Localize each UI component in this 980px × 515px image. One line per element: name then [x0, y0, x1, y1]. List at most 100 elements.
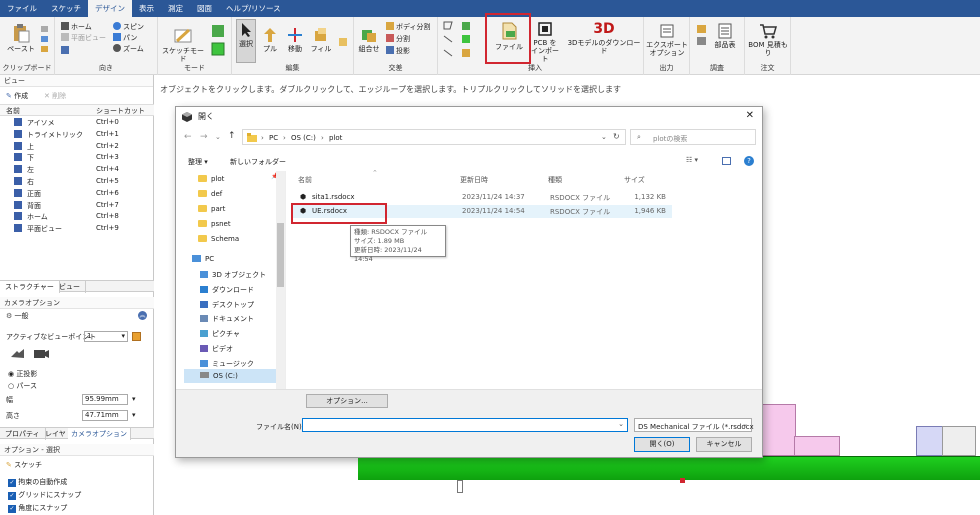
view-item[interactable]: 左 Ctrl+4 [6, 165, 119, 175]
tab-view[interactable]: ビュー [54, 281, 86, 293]
view-item[interactable]: ホーム Ctrl+8 [6, 212, 119, 222]
viewpoint-color-icon[interactable] [132, 332, 141, 341]
create-view-button[interactable]: ✎ 作成 [6, 91, 28, 101]
view-item[interactable]: 背面 Ctrl+7 [6, 200, 119, 211]
breadcrumb-plot[interactable]: plot [329, 134, 342, 142]
home-button[interactable]: ホーム [61, 22, 92, 33]
tree-folder[interactable]: Schema [198, 235, 239, 243]
tree-item-os-c[interactable]: OS (C:) [200, 372, 238, 380]
move-button[interactable]: 移動 [284, 27, 306, 53]
address-bar[interactable]: › PC › OS (C:) › plot ⌄ ↻ [242, 129, 626, 145]
tree-item[interactable]: ビデオ [200, 344, 233, 354]
view-item[interactable]: 平面ビュー Ctrl+9 [6, 224, 119, 234]
split-body-button[interactable]: ボディ分割 [386, 22, 431, 33]
select-button[interactable]: 選択 [236, 19, 256, 63]
tab-properties[interactable]: プロパティ [0, 428, 46, 440]
tree-item[interactable]: ダウンロード [200, 285, 254, 295]
col-name[interactable]: 名前 [298, 175, 312, 185]
model-body-pink-low[interactable] [794, 436, 840, 456]
perspective-radio[interactable]: ○ パース [8, 381, 37, 391]
tab-camera-options[interactable]: カメラオプション [68, 428, 131, 440]
menu-design[interactable]: デザイン [88, 0, 132, 17]
view-mode-icon[interactable]: ☷ ▾ [686, 156, 698, 164]
view-item[interactable]: トライメトリック Ctrl+1 [6, 129, 119, 140]
search-box[interactable]: ⌕ plotの検索 [630, 129, 756, 145]
view-item[interactable]: 右 Ctrl+5 [6, 177, 119, 187]
sketch-mode-button[interactable]: スケッチモード [162, 27, 204, 63]
fill-button[interactable]: フィル [310, 27, 332, 53]
download-3d-model-button[interactable]: 3D 3Dモデルのダウンロード [566, 21, 642, 55]
width-menu-icon[interactable]: ▾ [132, 395, 136, 403]
recent-chevron-icon[interactable]: ⌄ [215, 133, 221, 141]
grid-snap-check[interactable]: ✓ グリッドにスナップ [8, 490, 81, 500]
options-button[interactable]: オプション... [306, 394, 388, 408]
ortho-radio[interactable]: ◉ 正投影 [8, 369, 37, 379]
new-folder-button[interactable]: 新しいフォルダー [230, 157, 286, 167]
pull-button[interactable]: プル [260, 27, 280, 53]
breadcrumb-pc[interactable]: PC [269, 134, 278, 142]
path-dropdown-icon[interactable]: ⌄ [601, 133, 607, 141]
model-pin[interactable] [457, 480, 463, 493]
general-section[interactable]: ⚙ 一般 [6, 311, 29, 321]
refresh-icon[interactable]: ↻ [613, 132, 620, 141]
tree-folder[interactable]: psnet [198, 220, 231, 228]
back-icon[interactable]: ← [184, 132, 192, 142]
view-cube-button[interactable] [61, 46, 71, 57]
viewpoint-select[interactable]: 1 ▾ [84, 331, 128, 342]
height-field[interactable]: 47.71mm [82, 410, 128, 421]
bom-quote-button[interactable]: BOM 見積もり [747, 23, 789, 57]
tree-item[interactable]: ピクチャ [200, 329, 240, 339]
menu-measure[interactable]: 測定 [161, 0, 190, 17]
menu-drawing[interactable]: 図面 [190, 0, 219, 17]
view-item[interactable]: アイソメ Ctrl+0 [6, 118, 119, 128]
view-item[interactable]: 正面 Ctrl+6 [6, 188, 119, 199]
preview-pane-icon[interactable] [722, 157, 731, 165]
tree-item[interactable]: ミュージック [200, 359, 254, 369]
filename-input[interactable]: ⌄ [302, 418, 628, 432]
view-item[interactable]: 上 Ctrl+2 [6, 141, 119, 152]
open-button[interactable]: 開く(O) [634, 437, 690, 452]
delete-view-button[interactable]: ✕ 削除 [44, 91, 66, 101]
tree-folder[interactable]: part [198, 205, 225, 213]
tree-folder[interactable]: def [198, 190, 222, 198]
col-type[interactable]: 種類 [548, 175, 562, 185]
paste-button[interactable]: ペースト [6, 23, 36, 53]
organize-button[interactable]: 整理 ▾ [188, 157, 208, 167]
width-field[interactable]: 95.99mm [82, 394, 128, 405]
col-size[interactable]: サイズ [624, 175, 645, 185]
up-icon[interactable]: ↑ [228, 131, 236, 141]
plane-view-button[interactable]: 平面ビュー [61, 33, 106, 44]
filetype-select[interactable]: DS Mechanical ファイル (*.rsdocx ⌄ [634, 418, 754, 432]
model-board-green[interactable] [358, 456, 980, 480]
angle-snap-check[interactable]: ✓ 角度にスナップ [8, 503, 67, 513]
col-date[interactable]: 更新日時 [460, 175, 488, 185]
auto-constraint-check[interactable]: ✓ 拘束の自動作成 [8, 477, 67, 487]
height-menu-icon[interactable]: ▾ [132, 411, 136, 419]
breadcrumb-drive[interactable]: OS (C:) [291, 134, 316, 142]
help-icon[interactable]: ? [744, 156, 754, 166]
file-row[interactable]: ⬢ sita1.rsdocx 2023/11/24 14:37 RSDOCX フ… [292, 191, 672, 203]
tree-pc[interactable]: PC [192, 255, 214, 263]
tab-structure[interactable]: ストラクチャー [0, 281, 60, 293]
menu-display[interactable]: 表示 [132, 0, 161, 17]
export-options-button[interactable]: エクスポート オプション [645, 23, 689, 57]
parts-list-button[interactable]: 部品表 [710, 23, 740, 49]
combine-button[interactable]: 組合せ [356, 27, 382, 53]
tree-item[interactable]: ドキュメント [200, 314, 254, 324]
pcb-import-button[interactable]: PCB をインポート [530, 21, 560, 63]
menu-help[interactable]: ヘルプ/リソース [219, 0, 288, 17]
tree-scroll-thumb[interactable] [277, 223, 284, 287]
pan-button[interactable]: パン [113, 33, 137, 44]
spin-button[interactable]: スピン [113, 22, 144, 33]
cancel-button[interactable]: キャンセル [696, 437, 752, 452]
close-icon[interactable]: ✕ [746, 110, 754, 121]
project-button[interactable]: 投影 [386, 46, 410, 57]
menu-file[interactable]: ファイル [0, 0, 44, 17]
tree-folder[interactable]: plot [198, 175, 224, 183]
tree-item[interactable]: 3D オブジェクト [200, 270, 266, 280]
menu-sketch[interactable]: スケッチ [44, 0, 88, 17]
model-body-grey[interactable] [942, 426, 976, 456]
sketch-section[interactable]: ✎ スケッチ [6, 460, 42, 470]
collapse-icon[interactable]: ︽ [138, 311, 147, 320]
forward-icon[interactable]: → [200, 132, 208, 142]
